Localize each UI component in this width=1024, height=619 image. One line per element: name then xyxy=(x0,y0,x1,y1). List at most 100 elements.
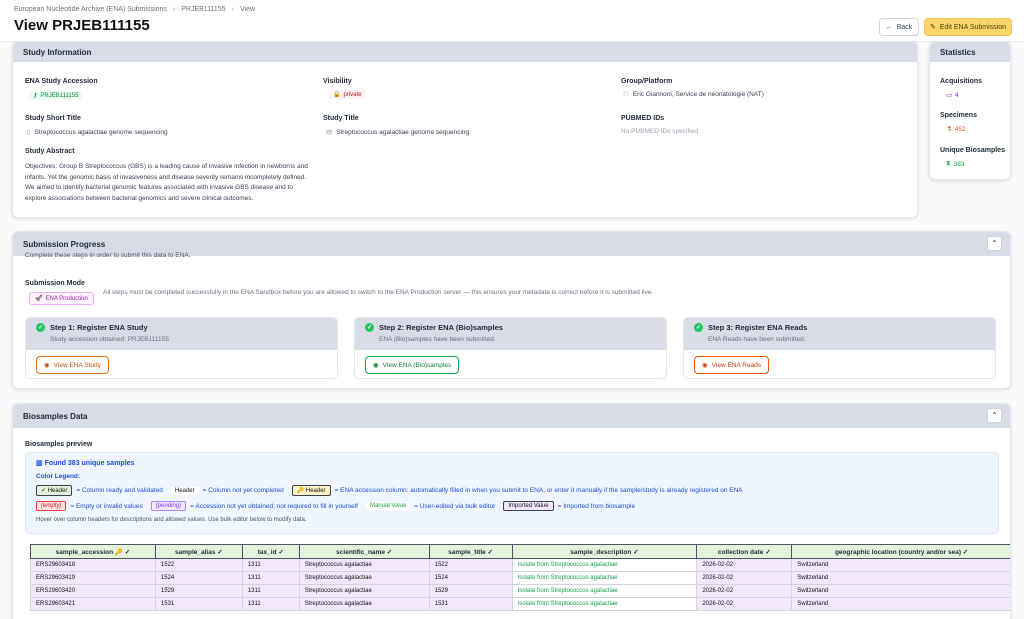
legend-text-manual: = User-edited via bulk editor xyxy=(414,502,496,510)
column-header-sample-accession[interactable]: sample_accession 🔑 ✓ xyxy=(30,544,156,559)
accession-badge: ⚷ PRJEB111155 xyxy=(29,91,83,100)
table-row: ERS29603420 1529 1311 Streptococcus agal… xyxy=(30,584,1010,598)
mode-note: All steps must be completed successfully… xyxy=(103,289,654,296)
table-cell[interactable]: Isolate from Streptococcus agalactiae xyxy=(511,584,698,598)
legend-title: Color Legend: xyxy=(36,473,81,480)
column-header-sample-description[interactable]: sample_description ✓ xyxy=(511,544,698,559)
back-label: Back xyxy=(896,23,913,31)
check-circle-icon: ✓ xyxy=(365,323,374,332)
legend-chip-not-done: Header xyxy=(170,486,199,495)
statistics-header: Statistics xyxy=(930,42,1010,62)
column-header-collection-date[interactable]: collection date ✓ xyxy=(696,544,793,559)
table-cell[interactable]: ERS29603420 xyxy=(30,584,156,598)
legend-text-not-done: = Column not yet completed xyxy=(202,487,284,494)
back-button[interactable]: ← Back xyxy=(879,18,919,36)
table-cell[interactable]: Switzerland xyxy=(791,571,1010,585)
table-cell[interactable]: 2026-02-02 xyxy=(696,571,793,585)
table-cell[interactable]: 1522 xyxy=(428,558,513,572)
study-title-text: Streptococcus agalactiae genome sequenci… xyxy=(336,128,470,136)
collapse-biosamples-button[interactable]: ⌃ xyxy=(987,408,1002,423)
column-header-tax-id[interactable]: tax_id ✓ xyxy=(241,544,300,559)
table-cell[interactable]: 1531 xyxy=(154,597,243,611)
top-bar: European Nucleotide Archive (ENA) Submis… xyxy=(0,0,1024,42)
column-header-geographic-location[interactable]: geographic location (country and/or sea)… xyxy=(791,544,1010,559)
table-cell[interactable]: Streptococcus agalactiae xyxy=(298,597,430,611)
table-cell[interactable]: Streptococcus agalactiae xyxy=(298,571,430,585)
table-cell[interactable]: Isolate from Streptococcus agalactiae xyxy=(511,558,698,572)
legend-row-2: (empty) = Empty or invalid values (pendi… xyxy=(36,501,988,511)
table-cell[interactable]: Switzerland xyxy=(791,558,1010,572)
accession-label: ENA Study Accession xyxy=(25,78,98,85)
view-ena-study-label: View ENA Study xyxy=(53,361,101,369)
short-title-text: Streptococcus agalactiae genome sequenci… xyxy=(34,128,168,136)
table-cell[interactable]: Streptococcus agalactiae xyxy=(298,558,430,572)
table-cell[interactable]: 1522 xyxy=(154,558,243,572)
bookmark-icon: ▯ xyxy=(27,129,31,136)
acquisitions-value: ▭ 4 xyxy=(946,91,959,100)
specimens-value: ⚗ 452 xyxy=(946,125,966,134)
mode-text: ENA Production xyxy=(45,295,88,302)
table-cell[interactable]: 2026-02-02 xyxy=(696,558,793,572)
legend-text-accession: = ENA accession column: automatically fi… xyxy=(334,487,743,494)
table-cell[interactable]: 1524 xyxy=(428,571,513,585)
abstract-label: Study Abstract xyxy=(25,148,75,155)
step-2-title: Step 2: Register ENA (Bio)samples xyxy=(379,323,503,332)
group-value: ⚇ Eric Giannoni, Service de néonatologie … xyxy=(623,90,764,99)
chevron-up-icon: ⌃ xyxy=(991,411,998,420)
table-cell[interactable]: Isolate from Streptococcus agalactiae xyxy=(511,571,698,585)
column-header-sample-alias[interactable]: sample_alias ✓ xyxy=(154,544,243,559)
table-cell[interactable]: 1529 xyxy=(428,584,513,598)
collapse-progress-button[interactable]: ⌃ xyxy=(987,236,1002,251)
table-cell[interactable]: 1531 xyxy=(428,597,513,611)
table-cell[interactable]: ERS29603418 xyxy=(30,558,156,572)
table-cell[interactable]: 2026-02-02 xyxy=(696,584,793,598)
flask-icon: ⚗ xyxy=(946,126,952,133)
mode-badge: 🚀 ENA Production xyxy=(29,292,94,305)
breadcrumb-item[interactable]: European Nucleotide Archive (ENA) Submis… xyxy=(14,6,167,13)
table-cell[interactable]: 1311 xyxy=(241,558,300,572)
column-header-sample-title[interactable]: sample_title ✓ xyxy=(428,544,513,559)
step-1-subtitle: Study accession obtained: PRJEB111155 xyxy=(50,336,169,343)
hourglass-icon: ⧗ xyxy=(946,160,951,167)
step-2-subtitle: ENA (Bio)samples have been submitted. xyxy=(379,336,496,343)
visibility-label: Visibility xyxy=(323,78,352,85)
view-ena-biosamples-label: View ENA (Bio)samples xyxy=(382,361,452,369)
breadcrumb: European Nucleotide Archive (ENA) Submis… xyxy=(14,6,255,13)
biosamples-value: ⧗ 383 xyxy=(946,160,964,168)
study-information-header: Study Information xyxy=(13,42,917,62)
check-circle-icon: ✓ xyxy=(36,323,45,332)
visibility-badge: 🔒 private xyxy=(329,90,366,99)
check-circle-icon: ✓ xyxy=(694,323,703,332)
table-cell[interactable]: 1311 xyxy=(241,584,300,598)
table-cell[interactable]: 2026-02-02 xyxy=(696,597,793,611)
lock-icon: 🔒 xyxy=(333,92,341,98)
table-cell[interactable]: 1311 xyxy=(241,597,300,611)
table-cell[interactable]: Streptococcus agalactiae xyxy=(298,584,430,598)
step-3-card: ✓ Step 3: Register ENA Reads ENA Reads ha… xyxy=(683,317,996,379)
edit-label: Edit ENA Submission xyxy=(939,23,1007,31)
submission-mode-value: 🚀 ENA Production xyxy=(29,292,94,305)
table-cell[interactable]: ERS29603421 xyxy=(30,597,156,611)
step-1-title: Step 1: Register ENA Study xyxy=(50,323,148,332)
legend-hint: Hover over column headers for descriptio… xyxy=(36,517,307,523)
view-ena-biosamples-button[interactable]: ◉ View ENA (Bio)samples xyxy=(365,356,460,374)
table-cell[interactable]: 1311 xyxy=(241,571,300,585)
table-cell[interactable]: Switzerland xyxy=(791,584,1010,598)
table-row: ERS29603418 1522 1311 Streptococcus agal… xyxy=(30,558,1010,572)
table-cell[interactable]: Isolate from Streptococcus agalactiae xyxy=(511,597,698,611)
step-1-card: ✓ Step 1: Register ENA Study Study access… xyxy=(25,317,338,379)
table-cell[interactable]: 1529 xyxy=(154,584,243,598)
eye-icon: ◉ xyxy=(373,362,379,369)
table-cell[interactable]: Switzerland xyxy=(791,597,1010,611)
breadcrumb-item[interactable]: PRJEB111155 xyxy=(181,6,225,13)
acquisitions-count: 4 xyxy=(955,91,959,99)
legend-text-imported: = Imported from biosample xyxy=(557,502,636,510)
table-cell[interactable]: ERS29603419 xyxy=(30,571,156,585)
column-header-scientific-name[interactable]: scientific_name ✓ xyxy=(298,544,430,559)
edit-submission-button[interactable]: ✎ Edit ENA Submission xyxy=(924,18,1012,36)
table-header-row: sample_accession 🔑 ✓ sample_alias ✓ tax_… xyxy=(30,544,1010,559)
view-ena-study-button[interactable]: ◉ View ENA Study xyxy=(36,356,109,374)
table-cell[interactable]: 1524 xyxy=(154,571,243,585)
accession-value: ⚷ PRJEB111155 xyxy=(29,91,83,100)
view-ena-reads-button[interactable]: ◉ View ENA Reads xyxy=(694,356,770,374)
